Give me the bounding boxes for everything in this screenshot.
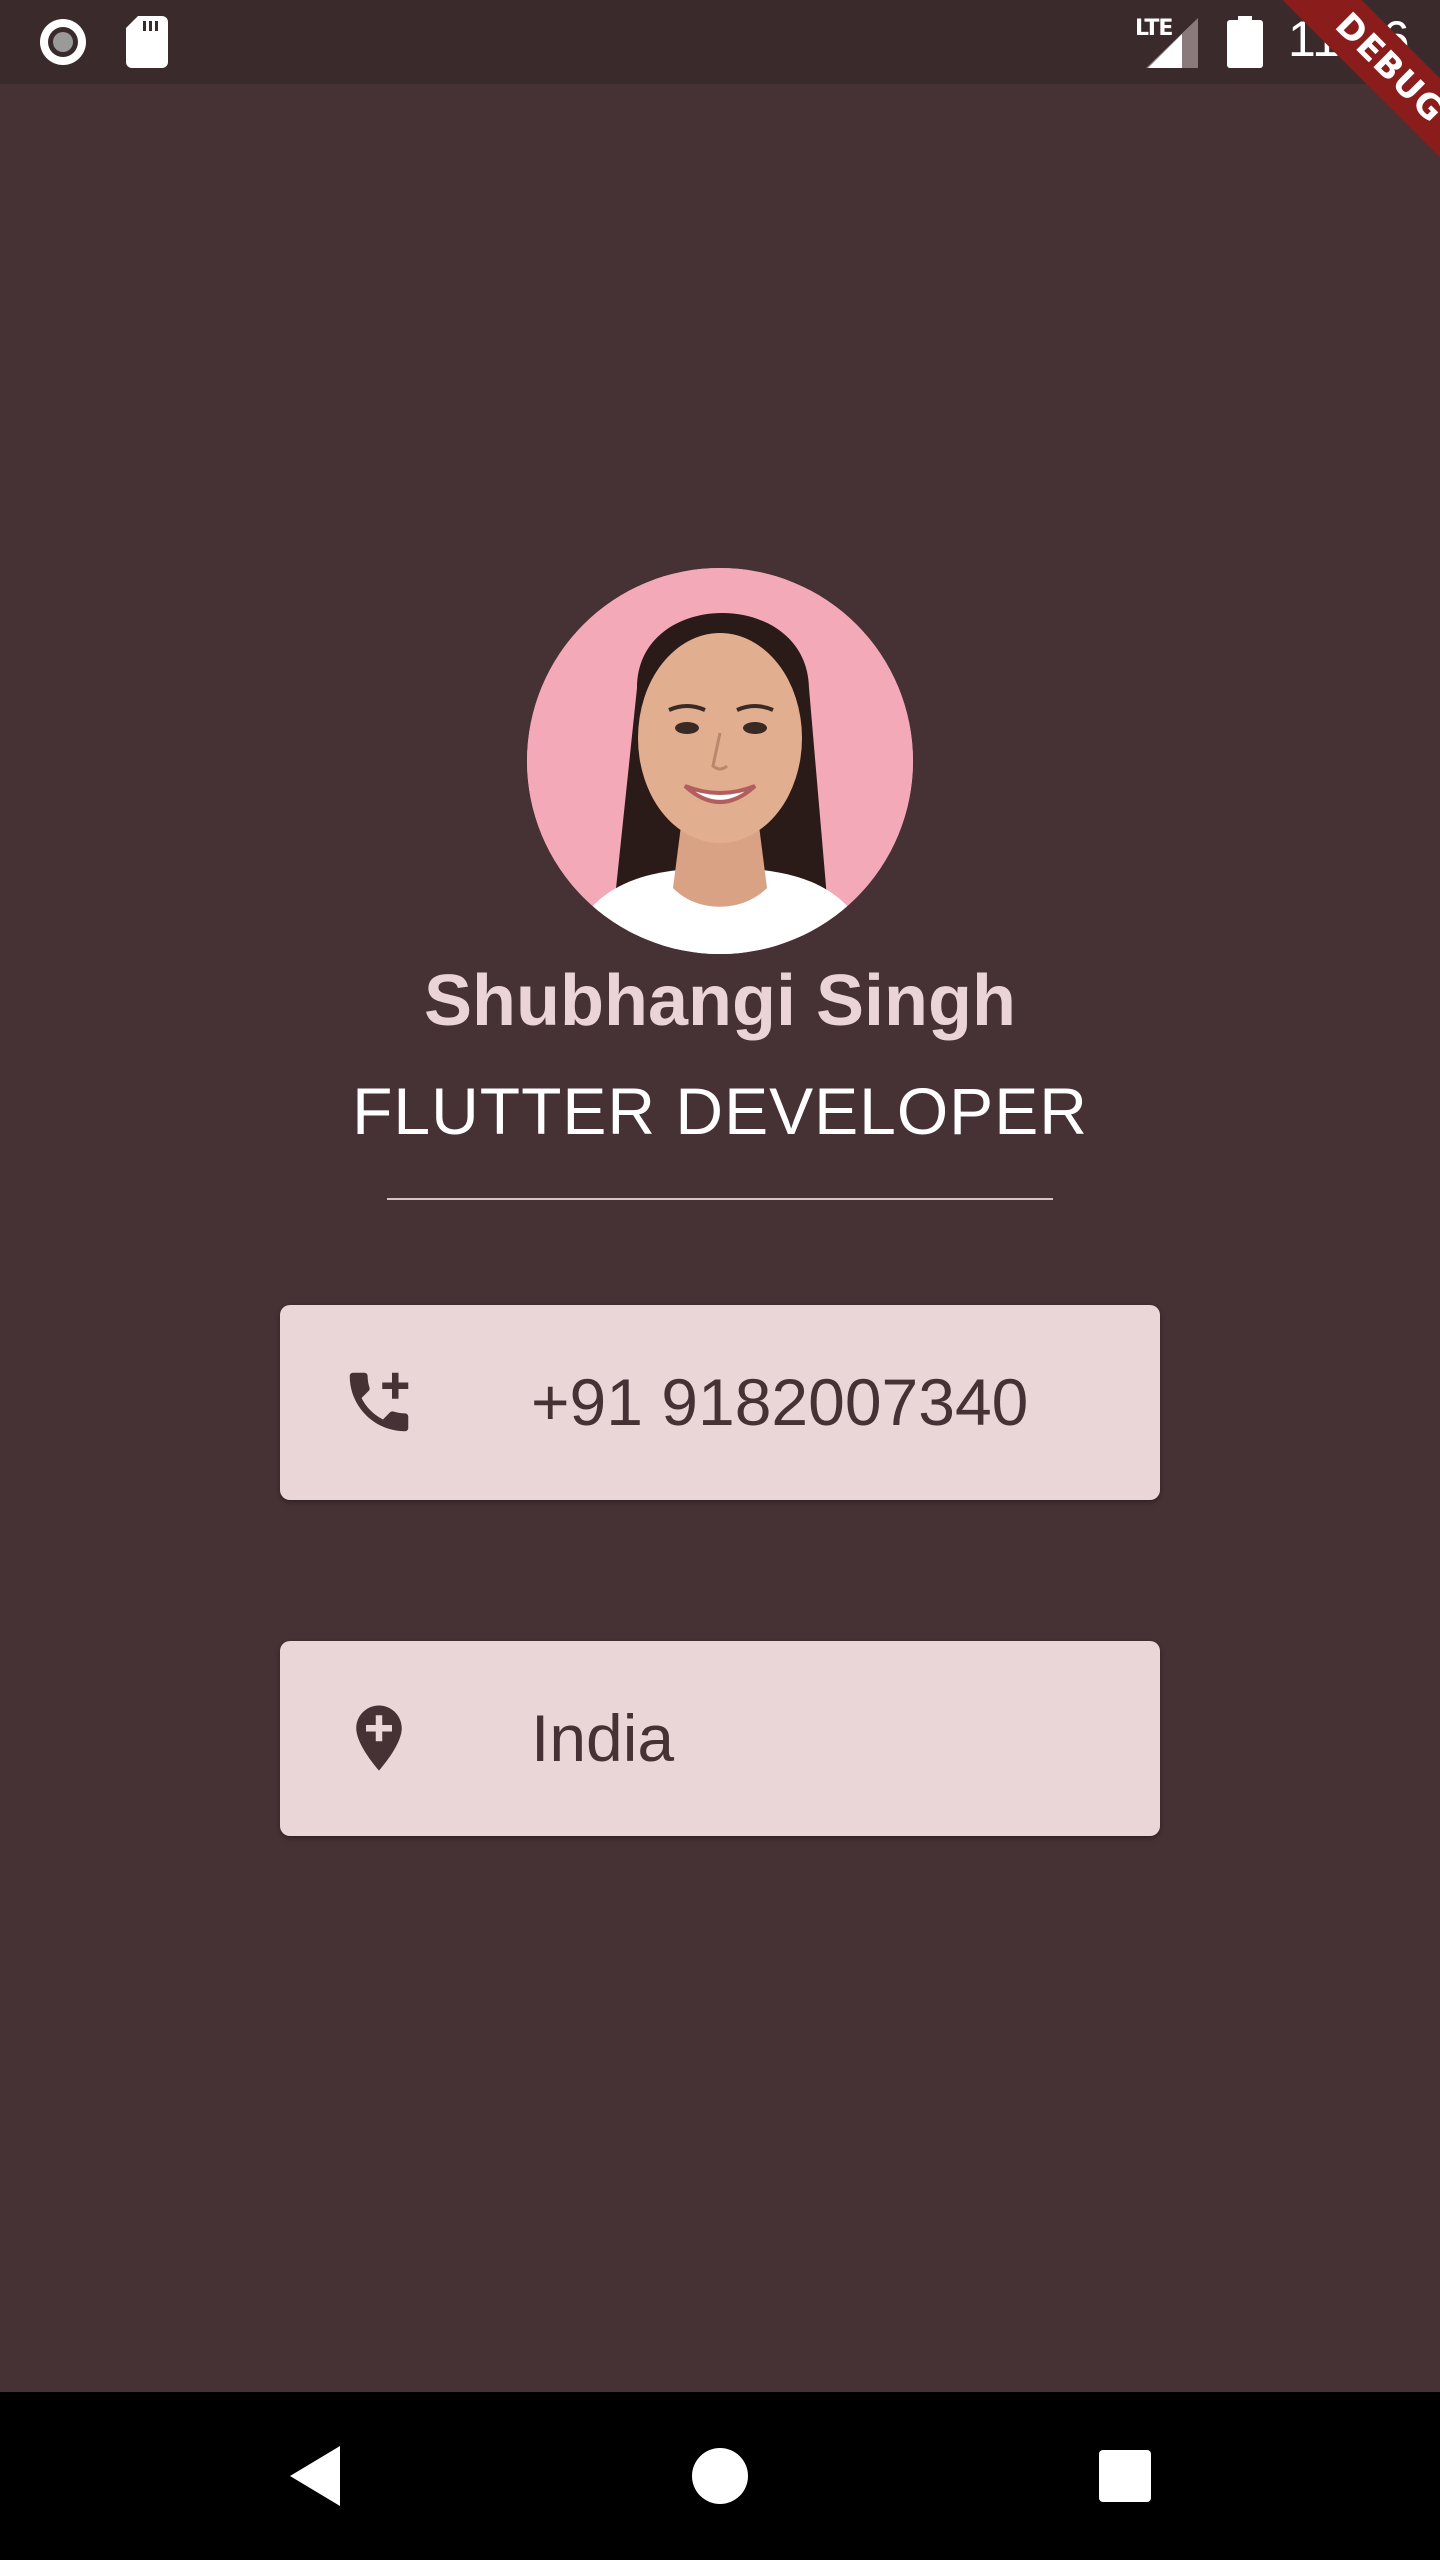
signal-icon [1146,18,1198,68]
profile-name: Shubhangi Singh [424,961,1016,1041]
add-call-icon [349,1372,409,1432]
add-location-icon [356,1705,402,1771]
divider [387,1198,1053,1200]
record-icon [40,19,86,65]
location-card[interactable]: India [280,1641,1160,1836]
home-icon[interactable] [682,2438,758,2514]
recents-icon[interactable] [1087,2438,1163,2514]
profile-photo [527,568,913,954]
navigation-bar [0,2392,1440,2560]
sd-card-icon [126,16,168,68]
phone-card[interactable]: +91 9182007340 [280,1305,1160,1500]
back-icon[interactable] [278,2438,354,2514]
location: India [531,1701,675,1775]
phone-number: +91 9182007340 [531,1365,1029,1439]
battery-icon [1227,16,1263,68]
avatar [527,568,913,954]
status-bar: LTE 11:36 [0,0,1440,84]
profile-title: FLUTTER DEVELOPER [352,1074,1088,1148]
